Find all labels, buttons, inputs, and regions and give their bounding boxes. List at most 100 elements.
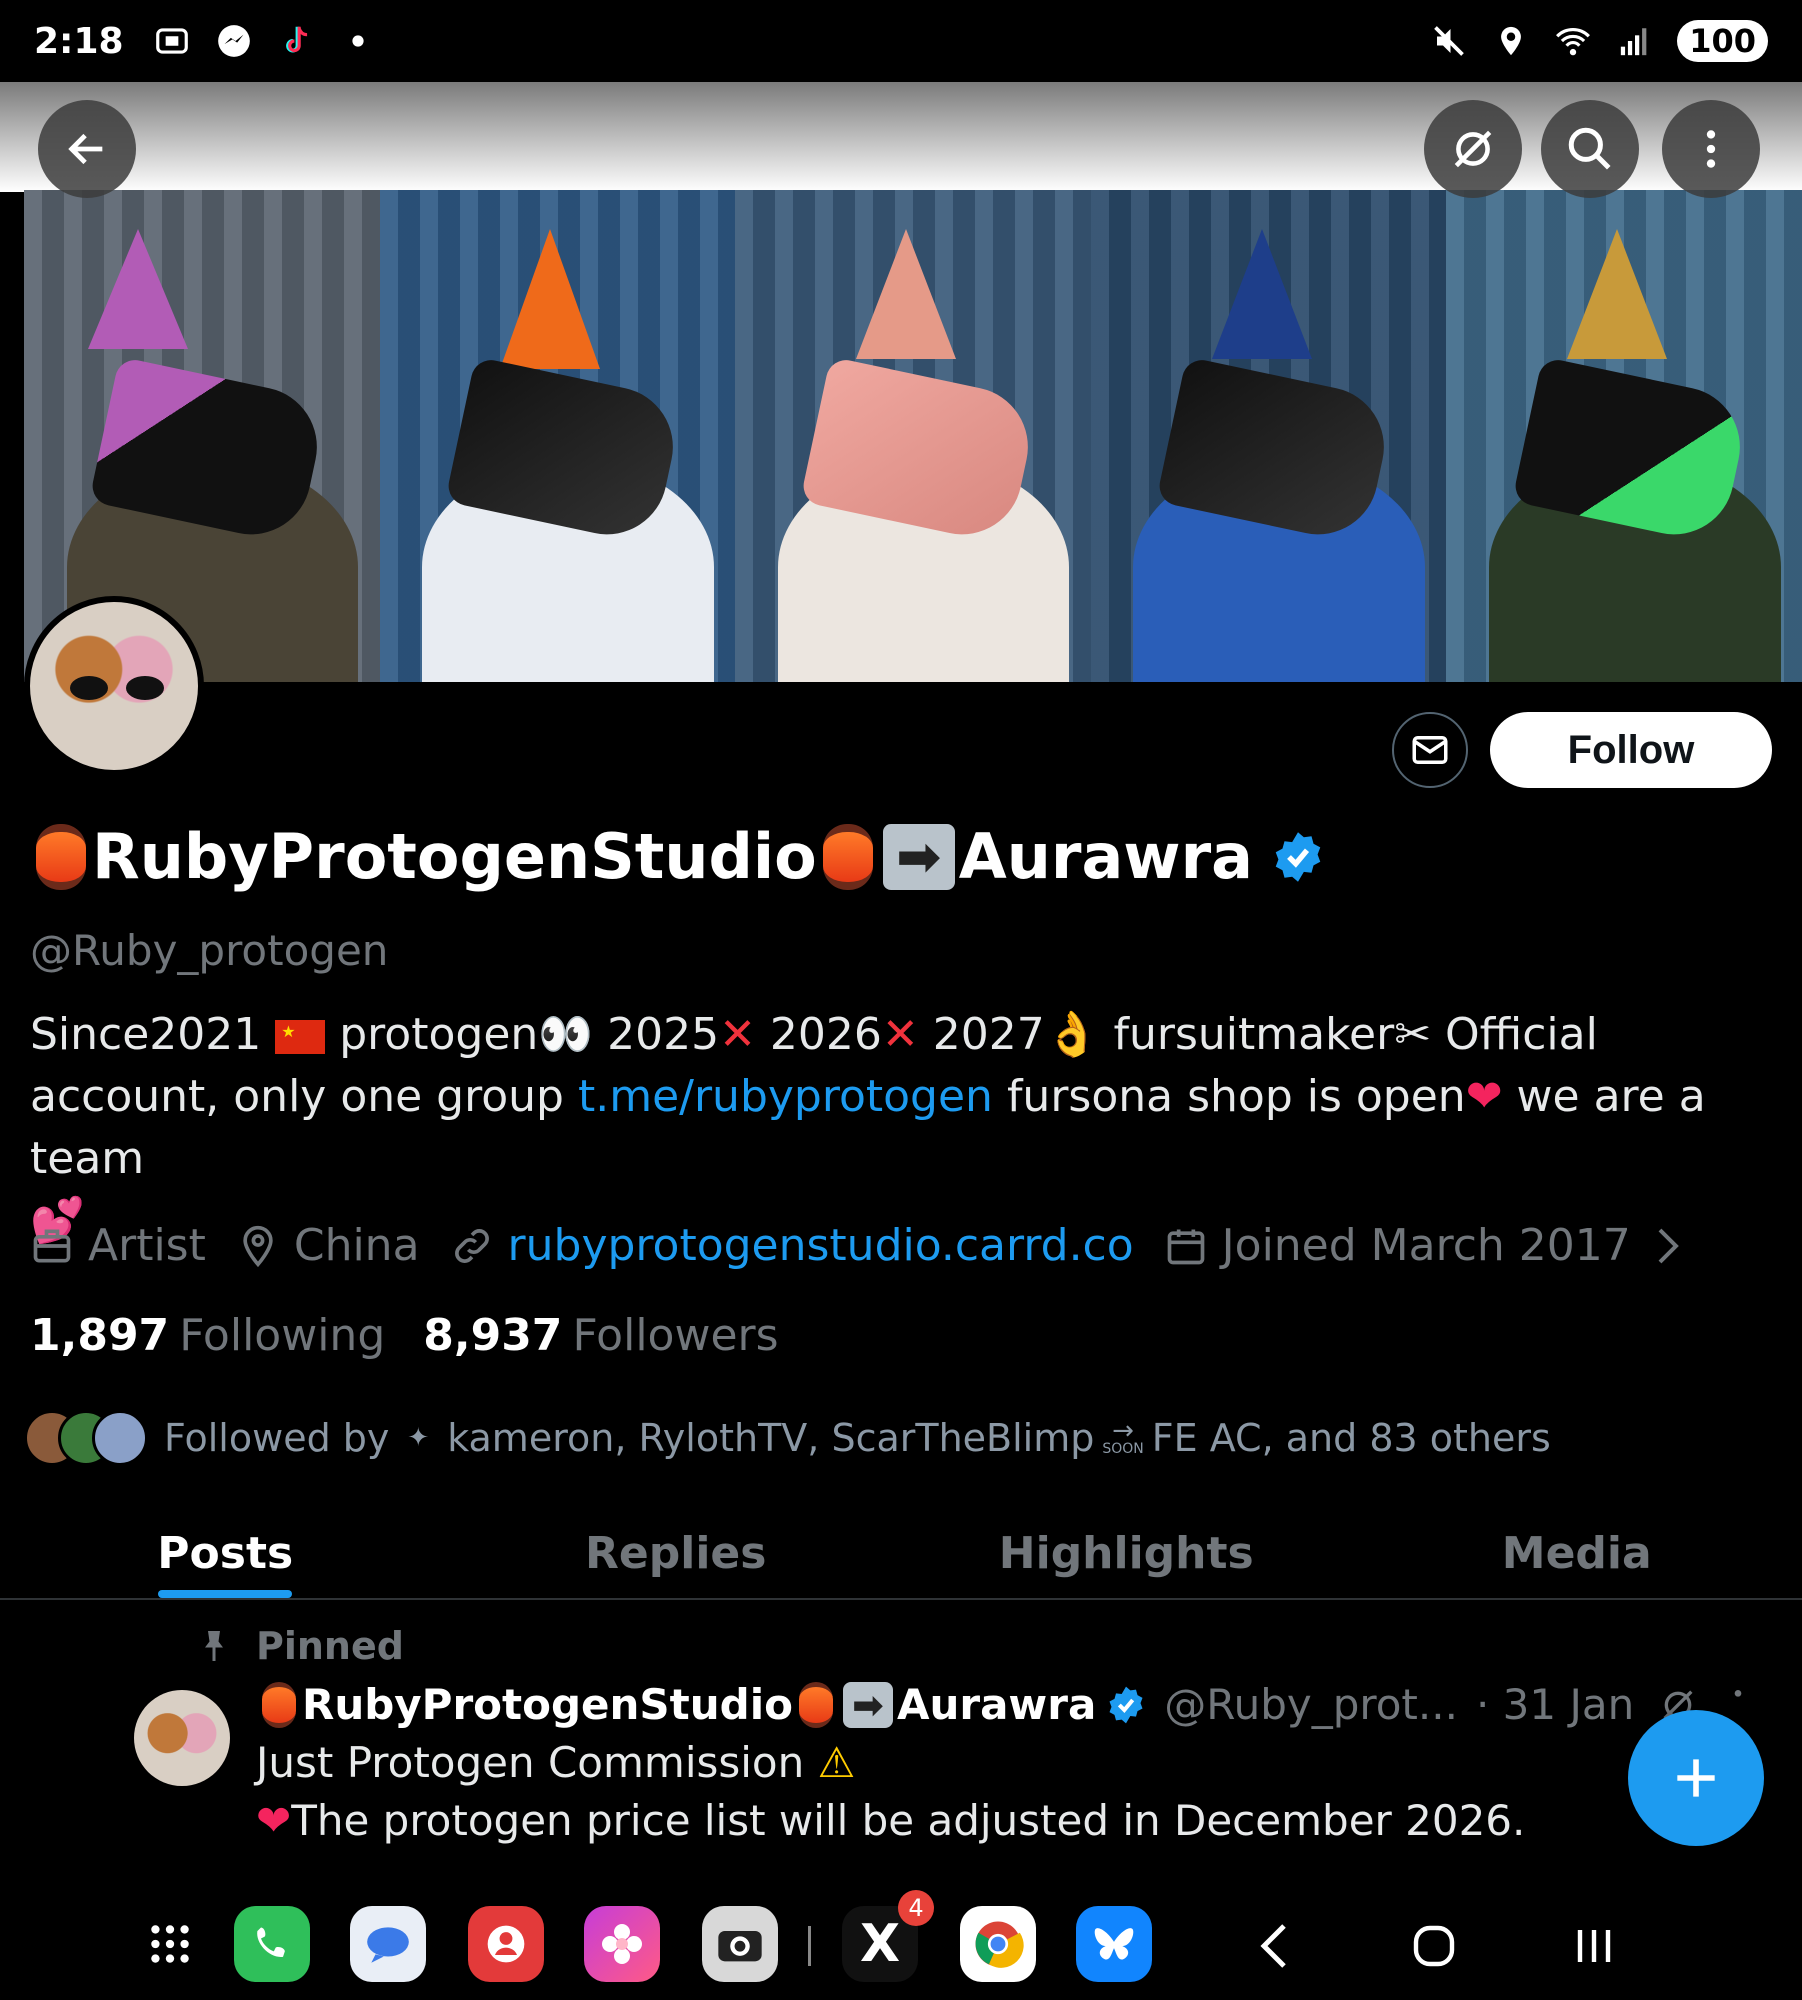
- link-icon: [450, 1224, 494, 1268]
- battery-level: 100: [1677, 20, 1768, 62]
- apps-grid-icon[interactable]: [132, 1906, 208, 1982]
- website-link[interactable]: rubyprotogenstudio.carrd.co: [508, 1220, 1134, 1271]
- back-nav-icon[interactable]: [1242, 1914, 1306, 1978]
- wifi-icon: [1553, 21, 1593, 61]
- heart-emoji-icon: ❤: [1465, 1071, 1503, 1122]
- pinned-label: Pinned: [256, 1624, 404, 1668]
- ok-hand-emoji-icon: 👌: [1044, 1009, 1100, 1060]
- followers-count: 8,937: [423, 1310, 563, 1361]
- gallery-icon[interactable]: [584, 1906, 660, 1982]
- bio-text: 2025: [593, 1009, 720, 1060]
- profile-meta: Artist China rubyprotogenstudio.carrd.co…: [30, 1220, 1713, 1271]
- followed-by-names: kameron, RylothTV, ScarTheBlimp: [447, 1416, 1095, 1460]
- china-flag-icon: ★: [275, 1020, 326, 1054]
- tab-highlights[interactable]: Highlights: [901, 1508, 1352, 1598]
- cross-mark-icon: ✕: [719, 1009, 756, 1060]
- cross-mark-icon: ✕: [881, 1009, 919, 1060]
- profile-name: RubyProtogenStudio ➡ Aurawra: [30, 820, 1325, 893]
- more-button[interactable]: [1662, 100, 1760, 198]
- recents-nav-icon[interactable]: [1562, 1914, 1626, 1978]
- compose-button[interactable]: [1628, 1710, 1764, 1846]
- bio-text: Since2021: [30, 1009, 276, 1060]
- location-text: China: [293, 1220, 420, 1271]
- lantern-emoji-icon: [262, 1681, 296, 1728]
- bluesky-icon[interactable]: [1076, 1906, 1152, 1982]
- grok-icon: [1454, 130, 1492, 168]
- followed-by-row[interactable]: Followed by ✦ kameron, RylothTV, ScarThe…: [24, 1410, 1551, 1466]
- camera-icon[interactable]: [702, 1906, 778, 1982]
- contacts-icon[interactable]: [468, 1906, 544, 1982]
- following-link[interactable]: 1,897 Following: [30, 1310, 385, 1361]
- banner-panel-3: [735, 190, 1091, 682]
- verified-badge-icon[interactable]: [1271, 830, 1325, 884]
- taskbar: X 4: [0, 1890, 1802, 2000]
- phone-icon[interactable]: [234, 1906, 310, 1982]
- post-author-text: RubyProtogenStudio: [302, 1680, 793, 1729]
- follow-button[interactable]: Follow: [1490, 712, 1772, 788]
- lantern-emoji-icon: [36, 823, 86, 890]
- chrome-icon[interactable]: [960, 1906, 1036, 1982]
- followers-label: Followers: [572, 1310, 779, 1361]
- right-arrow-emoji-icon: ➡: [882, 823, 955, 890]
- pinned-indicator: Pinned: [196, 1624, 404, 1668]
- tiktok-icon: [276, 21, 316, 61]
- post-author-suffix: Aurawra: [896, 1680, 1097, 1729]
- tab-posts[interactable]: Posts: [0, 1508, 451, 1598]
- banner-panel-5: [1446, 190, 1802, 682]
- soon-arrow-icon: → SOON: [1102, 1416, 1144, 1457]
- pin-icon: [196, 1628, 232, 1664]
- lantern-emoji-icon: [822, 823, 873, 890]
- banner-panel-4: [1090, 190, 1447, 682]
- grok-button[interactable]: [1424, 100, 1522, 198]
- followed-by-rest: FE AC, and 83 others: [1151, 1416, 1551, 1460]
- display-name-suffix: Aurawra: [958, 820, 1253, 893]
- follower-avatar: [92, 1410, 148, 1466]
- lantern-emoji-icon: [798, 1681, 833, 1728]
- profile-tabs: Posts Replies Highlights Media: [0, 1508, 1802, 1600]
- post-author-name[interactable]: RubyProtogenStudio ➡ Aurawra: [256, 1680, 1146, 1729]
- x-icon[interactable]: X 4: [842, 1890, 934, 1982]
- mute-icon: [1429, 21, 1469, 61]
- search-button[interactable]: [1541, 100, 1639, 198]
- tab-media[interactable]: Media: [1352, 1508, 1802, 1598]
- meta-location: China: [236, 1220, 420, 1271]
- post-body[interactable]: Just Protogen Commission ⚠ ❤The protogen…: [256, 1734, 1525, 1850]
- chevron-right-icon[interactable]: [1653, 1226, 1683, 1266]
- clock: 2:18: [34, 20, 124, 62]
- bio-text: fursona shop is open: [992, 1071, 1466, 1122]
- post-author-handle: @Ruby_prot...: [1164, 1680, 1458, 1729]
- post-more-icon[interactable]: [1728, 1685, 1748, 1725]
- briefcase-icon: [30, 1224, 74, 1268]
- followers-link[interactable]: 8,937 Followers: [423, 1310, 778, 1361]
- calendar-icon: [1164, 1224, 1208, 1268]
- scissors-icon: ✂: [1394, 1009, 1432, 1060]
- profile-handle: @Ruby_protogen: [30, 926, 389, 975]
- profile-banner[interactable]: [24, 190, 1802, 682]
- post-author-avatar[interactable]: [134, 1690, 230, 1786]
- following-label: Following: [179, 1310, 386, 1361]
- dot-icon: [338, 21, 378, 61]
- mail-icon: [1412, 736, 1448, 764]
- meta-website[interactable]: rubyprotogenstudio.carrd.co: [450, 1220, 1134, 1271]
- messenger-icon: [214, 21, 254, 61]
- plus-icon: [1677, 1759, 1715, 1797]
- header-background: [0, 82, 1802, 192]
- post-line-2: The protogen price list will be adjusted…: [291, 1796, 1526, 1845]
- tab-replies[interactable]: Replies: [451, 1508, 902, 1598]
- bio-telegram-link[interactable]: t.me/rubyprotogen: [578, 1071, 993, 1122]
- search-icon: [1568, 127, 1611, 170]
- back-button[interactable]: [38, 100, 136, 198]
- location-pin-icon: [236, 1224, 280, 1268]
- messages-icon[interactable]: [350, 1906, 426, 1982]
- profile-bio: Since2021 ★ protogen👀 2025✕ 2026✕ 2027👌 …: [30, 1004, 1772, 1252]
- home-nav-icon[interactable]: [1402, 1914, 1466, 1978]
- banner-panel-2: [379, 190, 736, 682]
- post-line-1: Just Protogen Commission: [256, 1738, 818, 1787]
- followed-by-label: Followed by: [164, 1416, 390, 1460]
- post-header: RubyProtogenStudio ➡ Aurawra @Ruby_prot.…: [256, 1680, 1748, 1729]
- message-button[interactable]: [1392, 712, 1468, 788]
- profile-avatar[interactable]: [24, 596, 204, 776]
- meta-category: Artist: [30, 1220, 206, 1271]
- eyes-emoji-icon: 👀: [538, 1009, 594, 1060]
- warning-emoji-icon: ⚠: [817, 1738, 856, 1787]
